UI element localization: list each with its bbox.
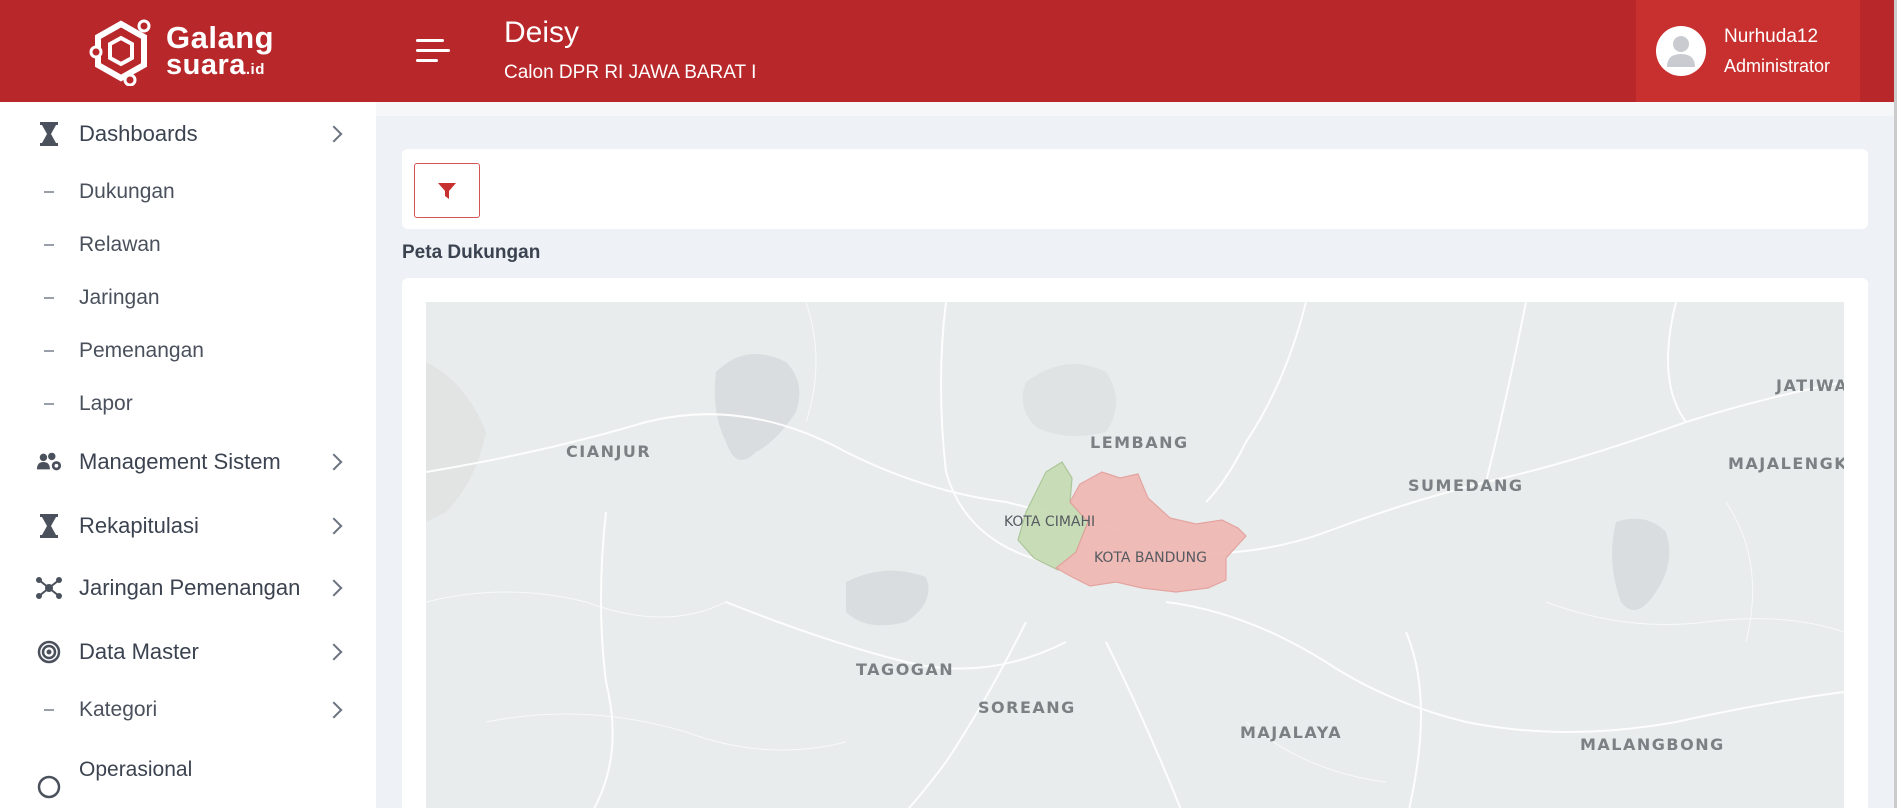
sidebar-subitem-label: Lapor bbox=[79, 392, 133, 415]
content-top-strip bbox=[376, 102, 1897, 116]
sidebar-subitem-pemenangan[interactable]: Pemenangan bbox=[0, 335, 376, 367]
brand-suffix: .id bbox=[245, 60, 265, 78]
dash-icon bbox=[44, 297, 54, 299]
chevron-right-icon bbox=[325, 579, 343, 597]
chevron-right-icon bbox=[325, 701, 343, 719]
dash-icon bbox=[44, 244, 54, 246]
filter-button[interactable] bbox=[414, 163, 480, 218]
sidebar-item-dashboards[interactable]: Dashboards bbox=[0, 116, 376, 152]
map-place-label: MAJALAYA bbox=[1240, 723, 1343, 742]
candidate-name: Deisy bbox=[504, 16, 580, 49]
chevron-right-icon bbox=[325, 453, 343, 471]
map-place-label: SUMEDANG bbox=[1408, 476, 1524, 495]
network-icon bbox=[36, 575, 62, 601]
map-region-cimahi[interactable]: KOTA CIMAHI bbox=[1004, 514, 1095, 530]
map-card: CIANJUR LEMBANG SUMEDANG MAJALENGKA JATI… bbox=[402, 278, 1868, 808]
map-region-bandung[interactable]: KOTA BANDUNG bbox=[1094, 550, 1207, 566]
page-title: Peta Dukungan bbox=[402, 242, 541, 263]
map-place-label: LEMBANG bbox=[1090, 433, 1189, 452]
sidebar-item-label: Management Sistem bbox=[79, 449, 281, 474]
dash-icon bbox=[44, 709, 54, 711]
map-place-label: JATIWA bbox=[1776, 376, 1844, 395]
user-menu[interactable]: Nurhuda12 Administrator bbox=[1636, 0, 1860, 102]
map-place-label: MALANGBONG bbox=[1580, 735, 1725, 754]
sidebar-item-label: Jaringan Pemenangan bbox=[79, 575, 301, 600]
sidebar: Dashboards Dukungan Relawan Jaringan Pem… bbox=[0, 102, 376, 808]
brand-logo[interactable]: Galang suara.id bbox=[0, 0, 376, 102]
top-header: Galang suara.id Deisy Calon DPR RI JAWA … bbox=[0, 0, 1897, 102]
sidebar-item-data-master[interactable]: Data Master bbox=[0, 634, 376, 670]
map-place-label: MAJALENGKA bbox=[1728, 454, 1844, 473]
sidebar-subitem-label: Pemenangan bbox=[79, 339, 204, 362]
chevron-right-icon bbox=[325, 125, 343, 143]
sidebar-subitem-label: Dukungan bbox=[79, 180, 175, 203]
sidebar-subitem-label: Kategori bbox=[79, 698, 158, 721]
sidebar-item-operasional[interactable]: Operasional bbox=[0, 752, 376, 799]
operasional-icon bbox=[36, 774, 62, 800]
brand-line2: suara.id bbox=[166, 48, 274, 81]
dash-icon bbox=[44, 191, 54, 193]
map-place-label: CIANJUR bbox=[566, 442, 652, 461]
sidebar-toggle-menu-icon[interactable] bbox=[416, 37, 450, 65]
user-role: Administrator bbox=[1724, 55, 1831, 76]
sidebar-item-label: Dashboards bbox=[79, 121, 198, 146]
support-map[interactable]: CIANJUR LEMBANG SUMEDANG MAJALENGKA JATI… bbox=[426, 302, 1844, 808]
hourglass-icon bbox=[36, 513, 62, 539]
brand-line2-text: suara bbox=[166, 48, 246, 81]
sidebar-item-label: Rekapitulasi bbox=[79, 513, 199, 538]
sidebar-item-label: Data Master bbox=[79, 639, 199, 664]
brand-name: Galang suara.id bbox=[166, 19, 275, 81]
brand-line1: Galang bbox=[166, 19, 275, 55]
users-cog-icon bbox=[36, 449, 62, 475]
sidebar-item-rekapitulasi[interactable]: Rekapitulasi bbox=[0, 508, 376, 544]
sidebar-subitem-lapor[interactable]: Lapor bbox=[0, 388, 376, 420]
chevron-right-icon bbox=[325, 517, 343, 535]
sidebar-subitem-jaringan[interactable]: Jaringan bbox=[0, 282, 376, 314]
sidebar-item-management-sistem[interactable]: Management Sistem bbox=[0, 444, 376, 480]
user-avatar-icon bbox=[1667, 36, 1695, 67]
map-place-label: TAGOGAN bbox=[856, 660, 955, 679]
candidate-subtitle: Calon DPR RI JAWA BARAT I bbox=[504, 62, 757, 83]
sidebar-subitem-label: Jaringan bbox=[79, 286, 160, 309]
sidebar-item-label: Operasional bbox=[79, 758, 193, 781]
sidebar-subitem-relawan[interactable]: Relawan bbox=[0, 229, 376, 261]
dash-icon bbox=[44, 403, 54, 405]
sidebar-subitem-dukungan[interactable]: Dukungan bbox=[0, 176, 376, 208]
filter-card bbox=[402, 149, 1868, 229]
sidebar-subitem-kategori[interactable]: Kategori bbox=[0, 694, 376, 726]
map-place-label: SOREANG bbox=[978, 698, 1076, 717]
user-info: Nurhuda12 Administrator bbox=[1724, 26, 1830, 77]
dash-icon bbox=[44, 350, 54, 352]
sidebar-item-jaringan-pemenangan[interactable]: Jaringan Pemenangan bbox=[0, 570, 376, 606]
target-icon bbox=[36, 639, 62, 665]
user-name: Nurhuda12 bbox=[1724, 25, 1819, 47]
candidate-info: Deisy Calon DPR RI JAWA BARAT I bbox=[504, 16, 756, 84]
sidebar-subitem-label: Relawan bbox=[79, 233, 161, 256]
hourglass-icon bbox=[36, 121, 62, 147]
galangsuara-logo-icon bbox=[89, 19, 151, 86]
avatar bbox=[1656, 26, 1706, 76]
chevron-right-icon bbox=[325, 643, 343, 661]
filter-icon bbox=[438, 182, 456, 199]
